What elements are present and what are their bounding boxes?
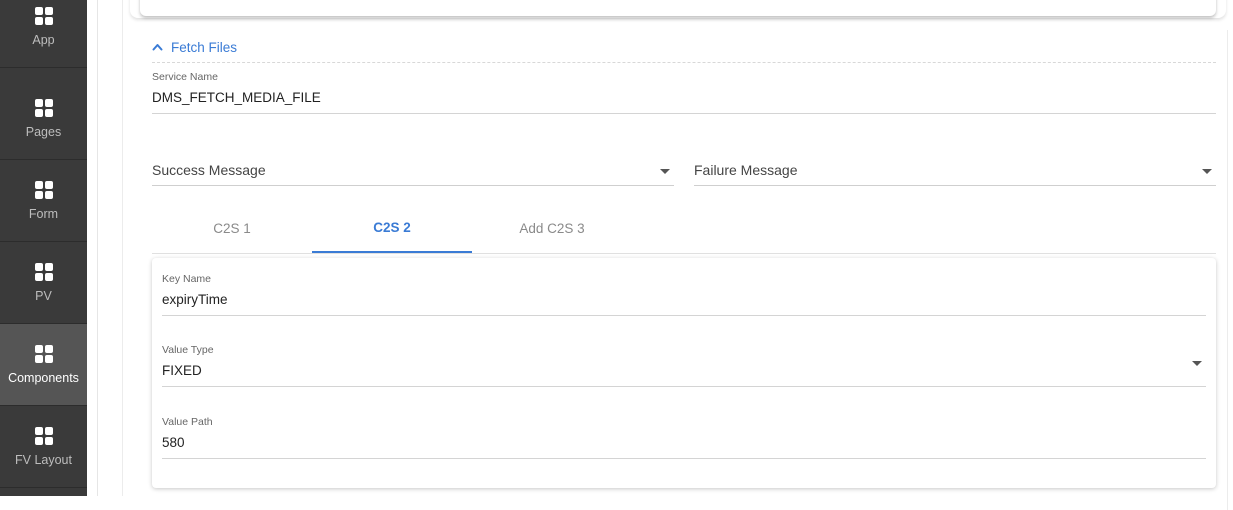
sidebar-item-label: Components	[8, 370, 79, 385]
components-grid-icon	[34, 344, 53, 363]
sidebar-item-form[interactable]: Form	[0, 160, 87, 242]
sidebar-item-label: Pages	[25, 124, 62, 139]
sidebar-item-label: Form	[28, 206, 59, 221]
fetch-files-toggle[interactable]: Fetch Files	[152, 38, 237, 56]
value-type-dropdown-icon[interactable]	[1192, 361, 1202, 366]
key-name-input[interactable]: expiryTime	[162, 292, 228, 307]
service-name-underline	[152, 113, 1216, 114]
value-type-select[interactable]: FIXED	[162, 363, 202, 378]
dropdown-arrow-icon	[660, 169, 670, 174]
section-divider	[152, 62, 1216, 63]
value-path-input[interactable]: 580	[162, 435, 185, 450]
sidebar-item-label: FV Layout	[15, 452, 72, 467]
value-path-underline	[162, 458, 1206, 459]
key-name-underline	[162, 315, 1206, 316]
pv-grid-icon	[34, 262, 53, 281]
sidebar-item-pages[interactable]: Pages	[0, 78, 87, 160]
form-grid-icon	[34, 180, 53, 199]
service-name-label: Service Name	[152, 71, 218, 83]
sidebar-item-fv-layout[interactable]: FV Layout	[0, 406, 87, 488]
key-name-label: Key Name	[162, 273, 212, 285]
value-path-label: Value Path	[162, 416, 213, 428]
fv-layout-grid-icon	[34, 426, 53, 445]
sidebar-item-app[interactable]: App	[0, 0, 87, 68]
c2s-tabs: C2S 1 C2S 2 Add C2S 3	[152, 203, 1216, 254]
sidebar-item-pv[interactable]: PV	[0, 242, 87, 324]
dropdown-arrow-icon	[1202, 169, 1212, 174]
tab-add-c2s-3[interactable]: Add C2S 3	[472, 203, 632, 253]
fetch-files-title: Fetch Files	[171, 39, 238, 55]
service-name-input[interactable]: DMS_FETCH_MEDIA_FILE	[152, 90, 321, 105]
value-type-label: Value Type	[162, 344, 214, 356]
previous-section-card	[140, 0, 1216, 16]
failure-message-placeholder: Failure Message	[694, 162, 798, 178]
sidebar-item-label: App	[32, 32, 55, 47]
sidebar: App Pages Form PV Components FV Layout	[0, 0, 87, 496]
chevron-up-icon	[152, 44, 163, 51]
success-message-placeholder: Success Message	[152, 162, 266, 178]
content-divider	[97, 0, 98, 496]
sidebar-item-components[interactable]: Components	[0, 324, 87, 406]
sidebar-item-label: PV	[35, 288, 52, 303]
pages-grid-icon	[34, 98, 53, 117]
tab-c2s-2[interactable]: C2S 2	[312, 203, 472, 253]
c2s-card	[152, 258, 1216, 488]
value-type-underline	[162, 386, 1206, 387]
tab-c2s-1[interactable]: C2S 1	[152, 203, 312, 253]
app-grid-icon	[34, 6, 53, 25]
success-message-select[interactable]: Success Message	[152, 154, 674, 186]
failure-message-select[interactable]: Failure Message	[694, 154, 1216, 186]
nested-divider	[122, 0, 123, 496]
